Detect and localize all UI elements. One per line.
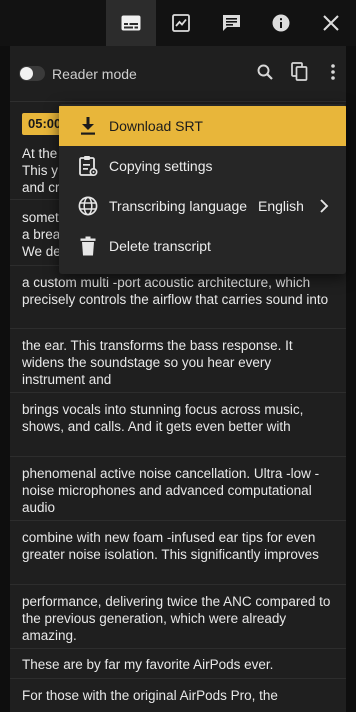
- more-options-button[interactable]: [322, 63, 344, 85]
- left-edge: [0, 46, 10, 712]
- close-button[interactable]: [306, 0, 356, 46]
- reader-mode-label: Reader mode: [52, 66, 137, 82]
- right-edge: [346, 46, 356, 712]
- transcript-segment[interactable]: a custom multi -port acoustic architectu…: [10, 266, 346, 329]
- tab-info[interactable]: [256, 0, 306, 46]
- close-icon: [322, 14, 340, 32]
- segment-text: the ear. This transforms the bass respon…: [22, 338, 293, 387]
- search-icon: [257, 64, 273, 85]
- menu-item-label: Transcribing language: [109, 198, 248, 214]
- panel-header: Reader mode: [10, 46, 346, 102]
- transcript-segment[interactable]: These are by far my favorite AirPods eve…: [10, 649, 346, 679]
- top-tab-bar: [0, 0, 356, 46]
- options-menu: Download SRT Copying settings Transcribi…: [59, 104, 346, 274]
- segment-text: combine with new foam -infused ear tips …: [22, 530, 319, 562]
- segment-text: These are by far my favorite AirPods eve…: [22, 657, 274, 672]
- menu-item-label: Download SRT: [109, 118, 203, 134]
- chat-icon: [222, 14, 241, 32]
- menu-item-label: Delete transcript: [109, 238, 211, 254]
- transcript-segment[interactable]: brings vocals into stunning focus across…: [10, 393, 346, 457]
- chevron-right-icon: [316, 198, 330, 214]
- transcript-segment[interactable]: For those with the original AirPods Pro,…: [10, 679, 346, 712]
- copy-icon: [290, 62, 308, 86]
- segment-text: a custom multi -port acoustic architectu…: [22, 275, 329, 307]
- segment-text: brings vocals into stunning focus across…: [22, 402, 304, 434]
- language-value: English: [258, 198, 304, 214]
- menu-item-download-srt[interactable]: Download SRT: [59, 106, 346, 146]
- info-icon: [272, 14, 290, 32]
- subtitles-icon: [121, 15, 141, 31]
- segment-text: For those with the original AirPods Pro,…: [22, 688, 278, 703]
- trash-icon: [76, 234, 100, 258]
- menu-item-transcribing-language[interactable]: Transcribing language English: [59, 186, 346, 226]
- tab-chat[interactable]: [206, 0, 256, 46]
- menu-item-copying-settings[interactable]: Copying settings: [59, 146, 346, 186]
- toggle-knob: [20, 67, 33, 80]
- tab-analytics[interactable]: [156, 0, 206, 46]
- segment-text: phenomenal active noise cancellation. Ul…: [22, 466, 320, 515]
- segment-text: performance, delivering twice the ANC co…: [22, 594, 331, 643]
- chart-icon: [172, 14, 190, 32]
- reader-mode-toggle[interactable]: [19, 66, 45, 81]
- transcript-segment[interactable]: phenomenal active noise cancellation. Ul…: [10, 457, 346, 521]
- more-vert-icon: [331, 63, 335, 85]
- copy-button[interactable]: [288, 62, 310, 86]
- search-button[interactable]: [254, 63, 276, 85]
- transcript-segment[interactable]: combine with new foam -infused ear tips …: [10, 521, 346, 585]
- menu-item-label: Copying settings: [109, 158, 213, 174]
- clipboard-settings-icon: [76, 154, 100, 178]
- transcript-segment[interactable]: performance, delivering twice the ANC co…: [10, 585, 346, 649]
- globe-icon: [76, 194, 100, 218]
- tab-transcript[interactable]: [106, 0, 156, 46]
- download-icon: [76, 114, 100, 138]
- transcript-segment[interactable]: the ear. This transforms the bass respon…: [10, 329, 346, 393]
- menu-item-delete-transcript[interactable]: Delete transcript: [59, 226, 346, 266]
